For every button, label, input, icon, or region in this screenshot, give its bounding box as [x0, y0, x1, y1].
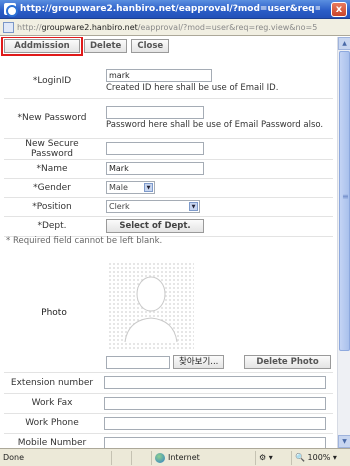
required-note: * Required field cannot be left blank.	[6, 236, 163, 246]
login-label: *LoginID	[4, 65, 104, 99]
gender-label: *Gender	[4, 178, 104, 198]
gender-value: Male	[109, 183, 128, 192]
work-phone-row: Work Phone	[4, 413, 333, 434]
work-phone-label: Work Phone	[4, 413, 104, 434]
user-form: *LoginID mark Created ID here shall be u…	[4, 65, 333, 237]
page-content: Addmission Delete Close *LoginID mark Cr…	[0, 37, 337, 448]
new-secure-password-input[interactable]	[106, 142, 204, 155]
secure-password-row: New Secure Password	[4, 138, 333, 160]
page-icon	[3, 21, 14, 33]
work-fax-label: Work Fax	[4, 393, 104, 414]
avatar-placeholder	[108, 262, 194, 350]
delete-photo-button[interactable]: Delete Photo	[244, 355, 331, 369]
select-dept-button[interactable]: Select of Dept.	[106, 219, 204, 233]
person-silhouette-icon	[124, 276, 178, 343]
window-close-button[interactable]: x	[331, 2, 347, 17]
gender-select[interactable]: Male ▼	[106, 181, 155, 194]
new-password-input[interactable]	[106, 106, 204, 119]
dept-label: *Dept.	[4, 216, 104, 237]
status-bar: Done Internet ⚙ ▾ 🔍 100% ▾	[0, 448, 350, 466]
name-label: *Name	[4, 159, 104, 179]
mobile-label: Mobile Number	[4, 433, 104, 448]
status-done: Done	[0, 450, 112, 465]
mobile-input[interactable]	[104, 436, 326, 448]
extension-input[interactable]	[104, 376, 326, 390]
toolbar: Addmission Delete Close	[1, 37, 170, 57]
work-fax-row: Work Fax	[4, 393, 333, 414]
photo-file-input[interactable]	[106, 356, 170, 369]
new-secure-password-label: New Secure Password	[4, 138, 104, 160]
delete-button[interactable]: Delete	[84, 39, 128, 53]
new-password-hint: Password here shall be use of Email Pass…	[106, 120, 324, 130]
work-phone-input[interactable]	[104, 416, 326, 430]
browse-button[interactable]: 찾아보기...	[173, 355, 225, 369]
contact-table: Extension number Work Fax Work Phone Mob…	[4, 373, 333, 448]
mobile-row: Mobile Number	[4, 433, 333, 448]
status-segment	[112, 450, 132, 465]
login-hint: Created ID here shall be use of Email ID…	[106, 83, 279, 94]
gender-row: *Gender Male ▼	[4, 178, 333, 198]
chevron-down-icon[interactable]: ▼	[189, 202, 198, 211]
zoom-level: 100%	[307, 453, 331, 462]
name-row: *Name Mark	[4, 159, 333, 179]
position-value: Clerk	[109, 202, 130, 211]
extension-row: Extension number	[4, 373, 333, 394]
scroll-up-icon[interactable]: ▲	[338, 37, 350, 50]
window-titlebar: http://groupware2.hanbiro.net/eapproval/…	[0, 0, 350, 19]
position-select[interactable]: Clerk ▼	[106, 200, 200, 213]
zone-indicator: Internet	[152, 450, 256, 465]
zone-label: Internet	[168, 453, 200, 462]
position-label: *Position	[4, 197, 104, 217]
ie-icon	[4, 3, 18, 17]
login-input[interactable]: mark	[106, 69, 212, 83]
position-row: *Position Clerk ▼	[4, 197, 333, 217]
new-password-row: *New Password Password here shall be use…	[4, 98, 333, 139]
photo-row: Photo 찾아보기... Delete Photo	[4, 256, 333, 373]
scroll-down-icon[interactable]: ▼	[338, 435, 350, 448]
window-title: http://groupware2.hanbiro.net/eapproval/…	[20, 4, 320, 14]
addmission-button[interactable]: Addmission	[1, 37, 83, 56]
chevron-down-icon[interactable]: ▼	[144, 183, 153, 192]
new-password-label: *New Password	[4, 98, 104, 139]
work-fax-input[interactable]	[104, 396, 326, 410]
scroll-thumb[interactable]	[339, 51, 350, 351]
close-button[interactable]: Close	[131, 39, 170, 53]
extension-label: Extension number	[4, 373, 104, 394]
dept-row: *Dept. Select of Dept.	[4, 216, 333, 237]
status-segment	[132, 450, 152, 465]
protected-mode-icon[interactable]: ⚙ ▾	[256, 450, 292, 465]
address-bar[interactable]: http://groupware2.hanbiro.net/eapproval/…	[0, 19, 350, 36]
zoom-control[interactable]: 🔍 100% ▾	[292, 451, 340, 465]
login-row: *LoginID mark Created ID here shall be u…	[4, 65, 333, 99]
url-text: http://groupware2.hanbiro.net/eapproval/…	[17, 22, 318, 32]
vertical-scrollbar[interactable]: ▲ ▼	[337, 37, 350, 448]
name-input[interactable]: Mark	[106, 162, 204, 175]
photo-label: Photo	[41, 308, 67, 318]
globe-icon	[155, 452, 165, 463]
